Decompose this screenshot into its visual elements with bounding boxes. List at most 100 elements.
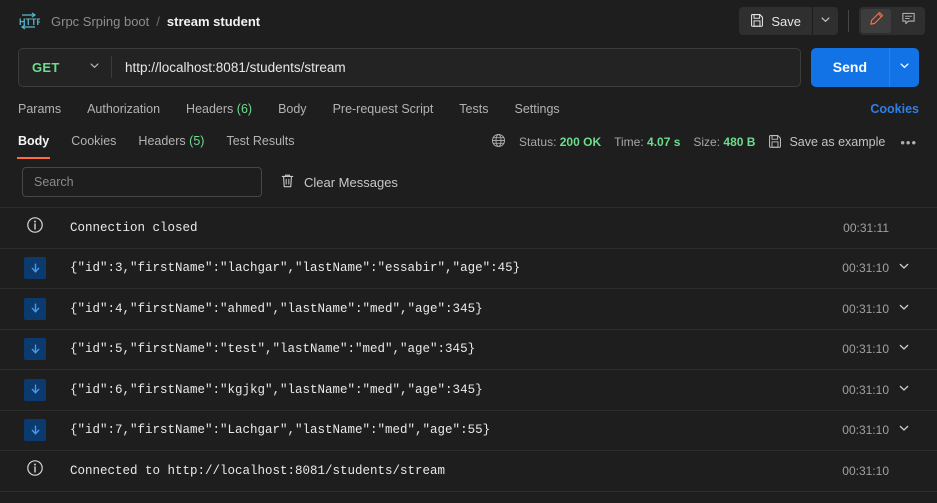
request-tab-authorization[interactable]: Authorization [87, 102, 160, 116]
send-button-label: Send [832, 59, 867, 75]
clear-messages-label: Clear Messages [304, 174, 398, 190]
request-tab-body[interactable]: Body [278, 102, 307, 116]
message-text: {"id":5,"firstName":"test","lastName":"m… [70, 342, 476, 357]
request-tab-tests[interactable]: Tests [459, 102, 488, 116]
tab-label: Headers [186, 101, 234, 116]
ellipsis-icon[interactable]: ••• [898, 135, 919, 150]
pencil-icon [869, 11, 884, 31]
postman-request-window: HTTP Grpc Srping boot / stream student S… [0, 0, 937, 503]
save-button[interactable]: Save [739, 7, 812, 35]
message-text: {"id":4,"firstName":"ahmed","lastName":"… [70, 301, 483, 316]
message-type-icon [0, 419, 70, 442]
list-item[interactable]: {"id":5,"firstName":"test","lastName":"m… [0, 330, 937, 370]
method-label: GET [32, 59, 60, 75]
top-bar: HTTP Grpc Srping boot / stream student S… [0, 0, 937, 42]
size-badge: Size: 480 B [693, 135, 755, 149]
response-tab-test-results[interactable]: Test Results [226, 134, 294, 150]
send-options-button[interactable] [889, 47, 919, 87]
comments-button[interactable] [893, 9, 923, 33]
message-timestamp: 00:31:10 [842, 423, 889, 438]
breadcrumb-separator: / [156, 13, 160, 29]
message-text: Connected to http://localhost:8081/stude… [70, 463, 446, 478]
tab-label: Cookies [71, 134, 117, 148]
save-button-label: Save [771, 13, 801, 29]
svg-text:HTTP: HTTP [19, 17, 40, 27]
messages-toolbar: Clear Messages [0, 159, 937, 207]
request-tab-bar: Params Authorization Headers (6) Body Pr… [0, 92, 937, 125]
http-protocol-icon: HTTP [18, 11, 40, 31]
message-expander[interactable] [889, 300, 919, 318]
response-tab-body[interactable]: Body [16, 134, 51, 159]
chevron-down-icon [898, 421, 910, 439]
top-bar-actions: Save [739, 7, 925, 35]
chevron-down-icon [898, 300, 910, 318]
message-timestamp: 00:31:10 [842, 261, 889, 276]
edit-request-button[interactable] [861, 9, 891, 33]
arrow-down-icon [24, 419, 46, 442]
response-status-group: Status: 200 OK Time: 4.07 s Size: 480 B [491, 133, 919, 151]
list-item[interactable]: Connection closed 00:31:11 [0, 208, 937, 249]
save-as-example-label: Save as example [789, 135, 886, 149]
trash-icon [280, 173, 295, 192]
tab-label: Params [18, 101, 62, 116]
request-tab-settings[interactable]: Settings [514, 102, 559, 116]
message-type-icon [0, 297, 70, 320]
status-value: 200 OK [559, 135, 602, 149]
request-tab-params[interactable]: Params [18, 102, 61, 116]
search-input[interactable] [22, 167, 262, 197]
size-label: Size: [693, 135, 721, 149]
message-type-icon [0, 216, 70, 239]
message-expander[interactable] [889, 340, 919, 358]
response-tab-cookies[interactable]: Cookies [71, 134, 116, 150]
send-button[interactable]: Send [811, 48, 889, 87]
url-field: GET [18, 47, 801, 87]
response-tab-headers[interactable]: Headers (5) [138, 134, 204, 150]
cookies-link[interactable]: Cookies [870, 102, 919, 116]
info-circle-icon [26, 216, 44, 239]
tab-label: Test Results [226, 134, 295, 148]
save-button-group: Save [739, 7, 838, 35]
list-item[interactable]: {"id":4,"firstName":"ahmed","lastName":"… [0, 289, 937, 330]
time-label: Time: [614, 135, 644, 149]
chevron-down-icon [899, 58, 910, 76]
tab-label: Settings [514, 101, 560, 116]
tab-label: Body [278, 101, 307, 116]
toolbar-divider [848, 10, 849, 32]
message-expander[interactable] [889, 259, 919, 277]
method-selector[interactable]: GET [19, 49, 111, 86]
message-expander[interactable] [889, 421, 919, 439]
view-toggle-group [859, 7, 925, 35]
chevron-down-icon [898, 381, 910, 399]
message-expander[interactable] [889, 381, 919, 399]
save-as-example-button[interactable]: Save as example [768, 134, 885, 151]
arrow-down-icon [24, 257, 46, 280]
request-tab-pre-request-script[interactable]: Pre-request Script [333, 102, 434, 116]
breadcrumb-request-name[interactable]: stream student [167, 14, 260, 29]
breadcrumb: Grpc Srping boot / stream student [51, 14, 260, 29]
messages-list[interactable]: Connection closed 00:31:11 {"id":3,"firs… [0, 207, 937, 503]
list-item[interactable]: Connected to http://localhost:8081/stude… [0, 451, 937, 492]
list-item[interactable]: {"id":3,"firstName":"lachgar","lastName"… [0, 249, 937, 289]
url-input[interactable] [112, 59, 800, 75]
globe-icon [491, 133, 506, 151]
list-item[interactable]: {"id":6,"firstName":"kgjkg","lastName":"… [0, 370, 937, 411]
info-circle-icon [26, 459, 44, 482]
chevron-down-icon [820, 12, 831, 30]
clear-messages-button[interactable]: Clear Messages [280, 173, 398, 192]
time-value: 4.07 s [647, 135, 681, 149]
comment-icon [901, 11, 916, 31]
arrow-down-icon [24, 338, 46, 361]
arrow-down-icon [24, 297, 46, 320]
save-options-button[interactable] [812, 7, 838, 35]
message-timestamp: 00:31:10 [842, 382, 889, 397]
message-timestamp: 00:31:11 [843, 220, 889, 235]
send-button-group: Send [810, 47, 919, 87]
tab-label: Headers [138, 134, 186, 148]
message-type-icon [0, 378, 70, 401]
breadcrumb-collection[interactable]: Grpc Srping boot [51, 14, 149, 29]
message-text: {"id":6,"firstName":"kgjkg","lastName":"… [70, 382, 483, 397]
tab-label: Pre-request Script [332, 101, 434, 116]
request-tab-headers[interactable]: Headers (6) [186, 102, 252, 116]
message-text: {"id":3,"firstName":"lachgar","lastName"… [70, 261, 521, 276]
list-item[interactable]: {"id":7,"firstName":"Lachgar","lastName"… [0, 411, 937, 451]
